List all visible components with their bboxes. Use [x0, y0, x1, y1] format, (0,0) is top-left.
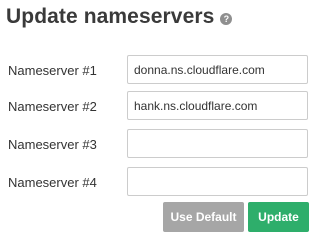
nameserver-2-input[interactable]: [127, 91, 308, 120]
nameserver-4-label: Nameserver #4: [8, 175, 97, 190]
page-title: Update nameservers: [6, 5, 215, 28]
nameserver-1-label: Nameserver #1: [8, 63, 97, 78]
nameserver-3-input[interactable]: [127, 129, 308, 158]
help-icon[interactable]: ?: [220, 13, 233, 25]
nameserver-row-2: Nameserver #2: [0, 91, 320, 122]
update-button[interactable]: Update: [248, 202, 309, 232]
nameserver-row-3: Nameserver #3: [0, 129, 320, 160]
nameserver-row-1: Nameserver #1: [0, 55, 320, 86]
nameserver-1-input[interactable]: [127, 55, 308, 84]
nameserver-row-4: Nameserver #4: [0, 167, 320, 198]
update-nameservers-panel: Update nameservers ? Nameserver #1 Names…: [0, 0, 320, 242]
nameserver-4-input[interactable]: [127, 167, 308, 196]
title-row: Update nameservers ?: [6, 5, 233, 29]
use-default-button[interactable]: Use Default: [163, 202, 244, 232]
nameserver-3-label: Nameserver #3: [8, 137, 97, 152]
nameserver-2-label: Nameserver #2: [8, 99, 97, 114]
